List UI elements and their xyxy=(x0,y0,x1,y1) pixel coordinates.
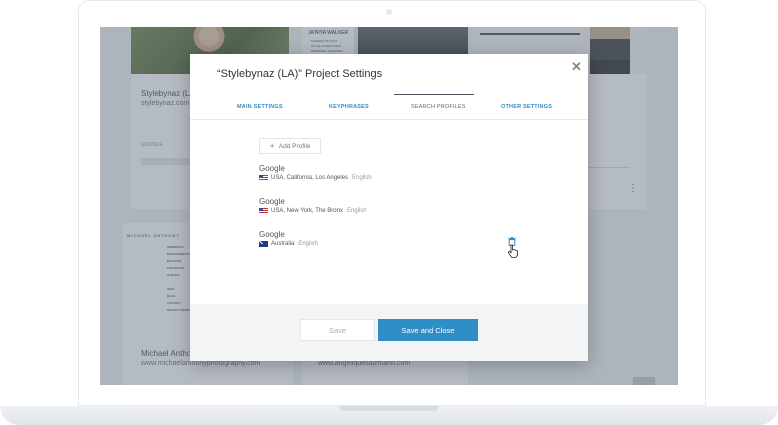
save-button[interactable]: Save xyxy=(300,319,375,341)
add-profile-button[interactable]: + Add Profile xyxy=(259,138,321,154)
add-profile-label: Add Profile xyxy=(278,142,311,150)
camera-dot xyxy=(386,9,392,15)
tab-main-settings[interactable]: MAIN SETTINGS xyxy=(237,104,283,110)
plus-icon: + xyxy=(269,141,275,151)
profile-language: English xyxy=(298,241,319,247)
profile-location: USA, California, Los Angeles xyxy=(271,175,349,181)
search-profile: Google Australia English xyxy=(259,230,318,247)
profile-engine: Google xyxy=(259,230,285,239)
us-flag-icon xyxy=(259,208,268,214)
search-profile: Google USA, New York, The Bronx English xyxy=(259,197,367,214)
search-profile: Google USA, California, Los Angeles Engl… xyxy=(259,164,372,181)
close-icon[interactable]: ✕ xyxy=(571,59,582,75)
tab-other-settings[interactable]: OTHER SETTINGS xyxy=(501,104,552,110)
profile-location: Australia xyxy=(271,241,295,247)
au-flag-icon xyxy=(259,241,268,247)
modal-title: “Stylebynaz (LA)” Project Settings xyxy=(217,68,383,80)
project-settings-modal: “Stylebynaz (LA)” Project Settings ✕ MAI… xyxy=(190,54,588,361)
settings-tabs: MAIN SETTINGS KEYPHRASES SEARCH PROFILES… xyxy=(190,94,588,120)
profile-engine: Google xyxy=(259,164,285,173)
profile-location: USA, New York, The Bronx xyxy=(271,208,343,214)
hand-cursor-icon xyxy=(507,244,518,258)
modal-footer: Save Save and Close xyxy=(190,304,588,361)
active-tab-indicator xyxy=(394,94,474,95)
laptop-notch xyxy=(339,406,439,411)
save-and-close-button[interactable]: Save and Close xyxy=(378,319,478,341)
profile-language: English xyxy=(346,208,367,214)
tab-keyphrases[interactable]: KEYPHRASES xyxy=(329,104,369,110)
us-flag-icon xyxy=(259,175,268,181)
tab-search-profiles[interactable]: SEARCH PROFILES xyxy=(411,104,466,110)
profile-language: English xyxy=(352,175,372,181)
profile-engine: Google xyxy=(259,197,285,206)
